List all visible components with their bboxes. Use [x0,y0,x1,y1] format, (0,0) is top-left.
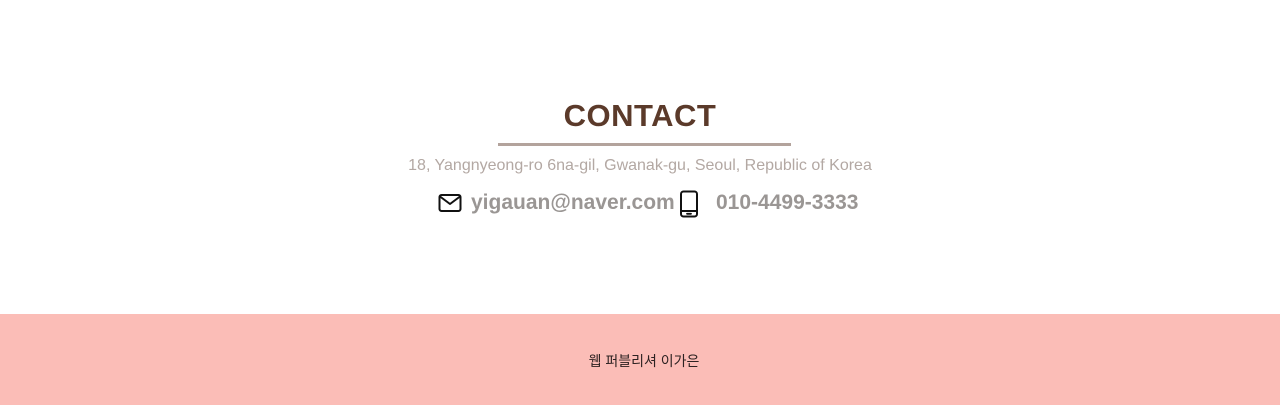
phone-link[interactable]: 010-4499-3333 [716,190,858,216]
footer: 웹 퍼블리셔 이가은 [0,314,1280,405]
smartphone-icon [679,190,699,218]
contact-title: CONTACT [563,98,717,133]
mail-icon [438,193,462,213]
email-link[interactable]: yigauan@naver.com [471,190,675,216]
contact-row: yigauan@naver.com 010-4499-3333 [0,188,1280,218]
page: CONTACT 18, Yangnyeong-ro 6na-gil, Gwana… [0,0,1280,405]
contact-section: CONTACT 18, Yangnyeong-ro 6na-gil, Gwana… [0,0,1280,314]
footer-text: 웹 퍼블리셔 이가은 [588,353,700,369]
address-text: 18, Yangnyeong-ro 6na-gil, Gwanak-gu, Se… [408,157,872,174]
title-underline [498,143,791,146]
